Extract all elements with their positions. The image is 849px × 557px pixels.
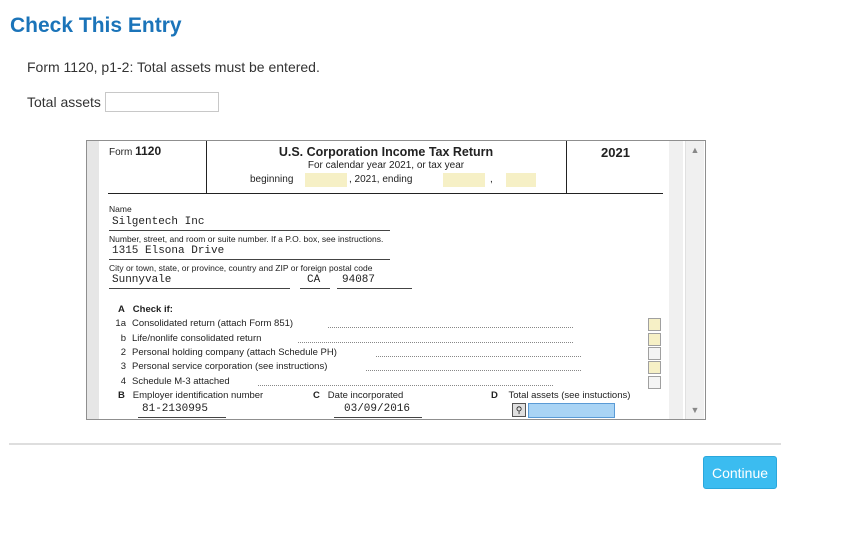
city-underline: [109, 288, 290, 289]
street-value[interactable]: 1315 Elsona Drive: [112, 245, 224, 257]
leader-dots: [258, 385, 553, 386]
total-assets-form-label: D Total assets (see instuctions): [491, 390, 631, 401]
form-title: U.S. Corporation Income Tax Return: [278, 145, 494, 159]
beginning-label: beginning: [250, 174, 294, 185]
street-underline: [109, 259, 390, 260]
chevron-down-icon[interactable]: ▼: [686, 403, 704, 417]
state-value[interactable]: CA: [307, 274, 320, 286]
date-incorporated-value[interactable]: 03/09/2016: [344, 403, 410, 415]
form-gutter-left: [87, 141, 99, 419]
tax-year-end-field[interactable]: [443, 173, 485, 187]
chevron-up-icon[interactable]: ▲: [686, 143, 704, 157]
header-divider: [206, 141, 207, 193]
zip-value[interactable]: 94087: [342, 274, 375, 286]
street-label: Number, street, and room or suite number…: [109, 234, 384, 244]
magnifier-icon[interactable]: ⚲: [512, 403, 526, 417]
checkbox-consolidated[interactable]: [648, 318, 661, 331]
form-preview: Form 1120 U.S. Corporation Income Tax Re…: [86, 140, 706, 420]
total-assets-input[interactable]: [104, 92, 219, 112]
zip-underline: [337, 288, 412, 289]
form-subtitle: For calendar year 2021, or tax year: [307, 160, 465, 171]
header-divider: [566, 141, 567, 193]
leader-dots: [328, 327, 573, 328]
name-value[interactable]: Silgentech Inc: [112, 216, 204, 228]
check-item-3: 3 Personal service corporation (see instr…: [120, 361, 328, 372]
name-label: Name: [109, 204, 132, 214]
leader-dots: [376, 356, 581, 357]
check-item-4: 4 Schedule M-3 attached: [120, 376, 230, 387]
city-label: City or town, state, or province, countr…: [109, 263, 373, 273]
ein-underline: [138, 417, 226, 418]
ein-value[interactable]: 81-2130995: [142, 403, 208, 415]
form-gutter-right: [669, 141, 683, 419]
check-item-2: 2 Personal holding company (attach Schedu…: [120, 347, 337, 358]
state-underline: [300, 288, 330, 289]
total-assets-label: Total assets: [27, 94, 101, 110]
ein-label: B Employer identification number: [118, 390, 264, 401]
scrollbar[interactable]: ▲ ▼: [685, 141, 704, 419]
tax-year-begin-field[interactable]: [305, 173, 347, 187]
city-value[interactable]: Sunnyvale: [112, 274, 171, 286]
form-1120: Form 1120 U.S. Corporation Income Tax Re…: [108, 141, 663, 419]
checkbox-schedule-m3[interactable]: [648, 376, 661, 389]
total-assets-form-field[interactable]: [528, 403, 615, 418]
total-assets-row: Total assets: [27, 92, 219, 112]
checkbox-personal-service[interactable]: [648, 361, 661, 374]
tax-year-end-year-field[interactable]: [506, 173, 536, 187]
check-if-heading: A Check if:: [118, 304, 173, 315]
date-incorporated-label: C Date incorporated: [313, 390, 404, 401]
checkbox-personal-holding[interactable]: [648, 347, 661, 360]
name-underline: [109, 230, 390, 231]
check-item-1a: 1a Consolidated return (attach Form 851): [115, 318, 294, 329]
continue-button[interactable]: Continue: [703, 456, 777, 489]
header-rule: [108, 193, 663, 194]
leader-dots: [298, 342, 573, 343]
date-underline: [334, 417, 422, 418]
page-title: Check This Entry: [10, 14, 182, 37]
leader-dots: [366, 370, 581, 371]
form-number: Form 1120: [109, 144, 162, 158]
comma: ,: [490, 174, 493, 185]
ending-label: , 2021, ending: [349, 174, 413, 185]
error-message: Form 1120, p1-2: Total assets must be en…: [27, 59, 320, 75]
form-year: 2021: [601, 145, 630, 160]
divider: [9, 443, 781, 445]
checkbox-life-nonlife[interactable]: [648, 333, 661, 346]
check-item-1b: b Life/nonlife consolidated return: [120, 333, 262, 344]
